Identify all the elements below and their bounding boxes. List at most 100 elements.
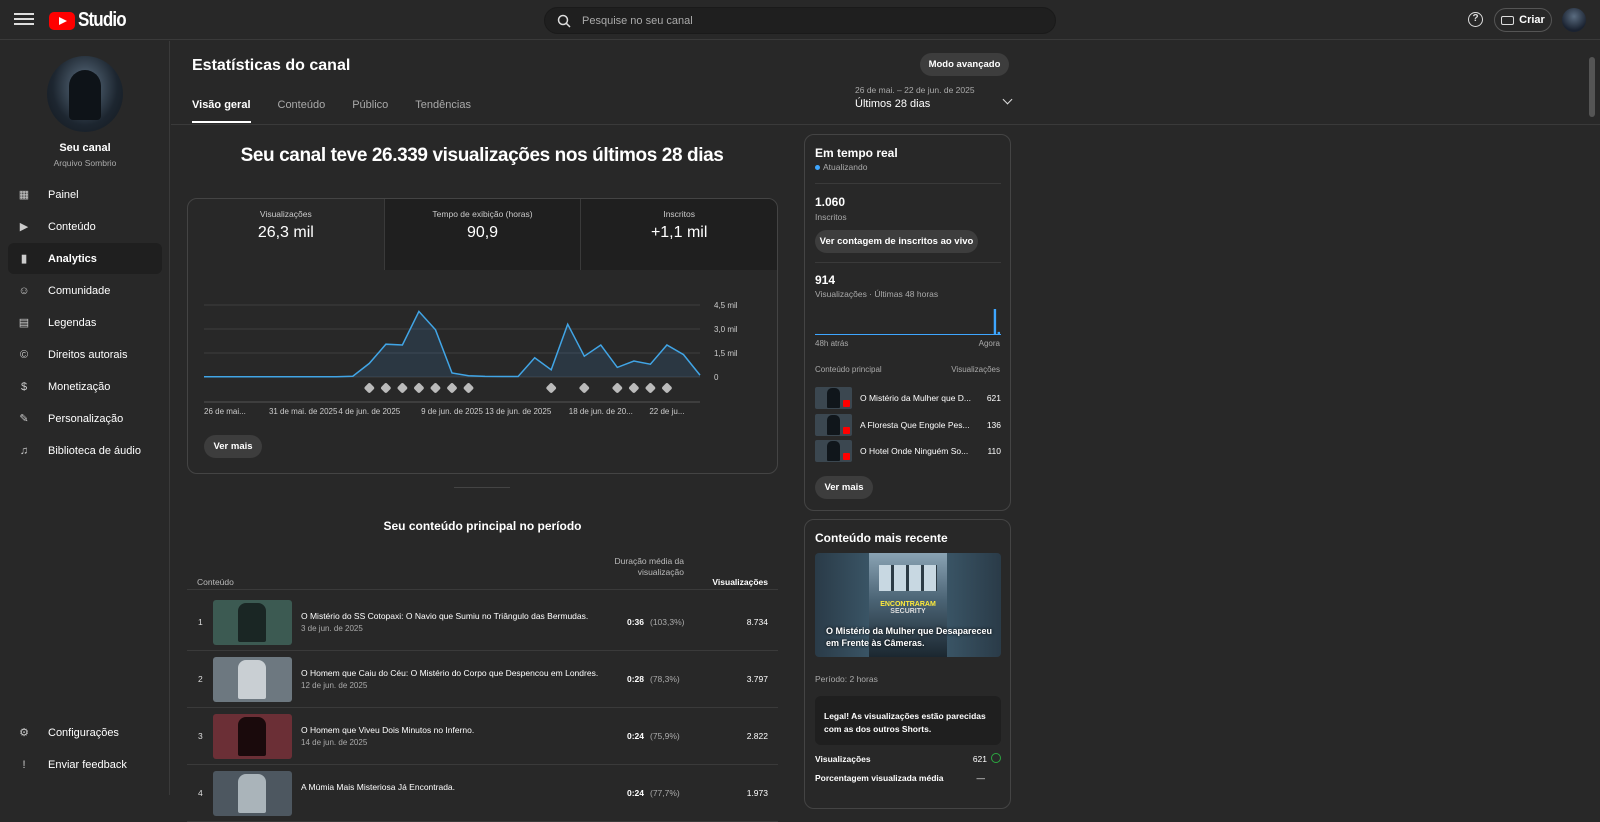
realtime-bar[interactable] bbox=[862, 334, 865, 335]
realtime-bar[interactable] bbox=[846, 334, 849, 335]
realtime-bar[interactable] bbox=[989, 334, 993, 335]
realtime-bar[interactable] bbox=[935, 334, 938, 335]
realtime-bar[interactable] bbox=[854, 334, 857, 335]
realtime-bar[interactable] bbox=[978, 334, 981, 335]
realtime-bar[interactable] bbox=[889, 334, 892, 335]
realtime-bar[interactable] bbox=[939, 334, 942, 335]
video-marker-icon[interactable] bbox=[661, 382, 672, 393]
search-input[interactable] bbox=[582, 12, 1042, 30]
realtime-bar[interactable] bbox=[873, 334, 876, 335]
realtime-bar[interactable] bbox=[924, 334, 927, 335]
channel-avatar[interactable] bbox=[47, 56, 123, 132]
video-title[interactable]: A Múmia Mais Misteriosa Já Encontrada. bbox=[301, 782, 455, 792]
realtime-bar[interactable] bbox=[943, 334, 946, 335]
sidebar-item-copyright[interactable]: © Direitos autorais bbox=[8, 339, 162, 370]
realtime-bar[interactable] bbox=[947, 334, 950, 335]
tab-content[interactable]: Conteúdo bbox=[278, 99, 326, 123]
realtime-bar[interactable] bbox=[993, 309, 997, 335]
realtime-bar[interactable] bbox=[920, 334, 923, 335]
video-thumbnail[interactable] bbox=[213, 600, 292, 645]
realtime-bar[interactable] bbox=[904, 334, 907, 335]
video-title[interactable]: O Homem que Viveu Dois Minutos no Infern… bbox=[301, 725, 474, 735]
realtime-bar[interactable] bbox=[955, 334, 958, 335]
realtime-bar[interactable] bbox=[885, 334, 888, 335]
realtime-bar[interactable] bbox=[819, 334, 822, 335]
sidebar-item-audio-library[interactable]: ♫ Biblioteca de áudio bbox=[8, 435, 162, 466]
realtime-bar[interactable] bbox=[881, 334, 884, 335]
sidebar-item-customization[interactable]: ✎ Personalização bbox=[8, 403, 162, 434]
metric-subscribers[interactable]: Inscritos +1,1 mil bbox=[580, 199, 777, 270]
video-thumbnail[interactable] bbox=[213, 657, 292, 702]
sidebar-item-dashboard[interactable]: ▦ Painel bbox=[8, 179, 162, 210]
metric-views[interactable]: Visualizações 26,3 mil bbox=[188, 199, 384, 270]
help-icon[interactable]: ? bbox=[1468, 12, 1483, 27]
realtime-bar[interactable] bbox=[970, 334, 973, 335]
metric-watch-time[interactable]: Tempo de exibição (horas) 90,9 bbox=[383, 199, 581, 270]
realtime-bar[interactable] bbox=[850, 334, 853, 335]
sidebar-item-feedback[interactable]: ! Enviar feedback bbox=[8, 749, 162, 780]
video-marker-icon[interactable] bbox=[612, 382, 623, 393]
realtime-bar[interactable] bbox=[986, 334, 989, 335]
list-item[interactable]: O Hotel Onde Ninguém So... 110 bbox=[815, 440, 1001, 462]
realtime-bar[interactable] bbox=[827, 334, 830, 335]
realtime-bar[interactable] bbox=[912, 334, 915, 335]
col-views[interactable]: Visualizações bbox=[712, 577, 768, 587]
realtime-bar[interactable] bbox=[931, 334, 935, 335]
sidebar-item-analytics[interactable]: ▮ Analytics bbox=[8, 243, 162, 274]
video-marker-icon[interactable] bbox=[380, 382, 391, 393]
video-title[interactable]: O Homem que Caiu do Céu: O Mistério do C… bbox=[301, 668, 598, 678]
realtime-bar[interactable] bbox=[982, 334, 985, 335]
video-marker-icon[interactable] bbox=[430, 382, 441, 393]
realtime-bar[interactable] bbox=[893, 334, 896, 335]
live-count-button[interactable]: Ver contagem de inscritos ao vivo bbox=[815, 230, 978, 253]
sidebar-item-subtitles[interactable]: ▤ Legendas bbox=[8, 307, 162, 338]
create-button[interactable]: Criar bbox=[1494, 8, 1552, 32]
tab-audience[interactable]: Público bbox=[352, 99, 388, 123]
video-marker-icon[interactable] bbox=[546, 382, 557, 393]
video-title[interactable]: O Mistério do SS Cotopaxi: O Navio que S… bbox=[301, 611, 588, 621]
tab-overview[interactable]: Visão geral bbox=[192, 99, 251, 123]
video-marker-icon[interactable] bbox=[446, 382, 457, 393]
video-marker-icon[interactable] bbox=[645, 382, 656, 393]
account-avatar[interactable] bbox=[1562, 8, 1586, 32]
realtime-bar[interactable] bbox=[962, 334, 966, 335]
video-thumbnail[interactable] bbox=[213, 771, 292, 816]
sidebar-item-settings[interactable]: ⚙ Configurações bbox=[8, 717, 162, 748]
table-row[interactable]: 2 O Homem que Caiu do Céu: O Mistério do … bbox=[187, 651, 778, 708]
realtime-bar[interactable] bbox=[869, 334, 873, 335]
sidebar-item-monetization[interactable]: $ Monetização bbox=[8, 371, 162, 402]
realtime-bar[interactable] bbox=[858, 334, 861, 335]
realtime-bar[interactable] bbox=[896, 334, 900, 335]
realtime-bar[interactable] bbox=[958, 334, 962, 335]
table-row[interactable]: 1 O Mistério do SS Cotopaxi: O Navio que … bbox=[187, 594, 778, 651]
sidebar-item-community[interactable]: ☺ Comunidade bbox=[8, 275, 162, 306]
realtime-bar[interactable] bbox=[842, 334, 845, 335]
realtime-bar[interactable] bbox=[834, 334, 838, 335]
video-marker-icon[interactable] bbox=[579, 382, 590, 393]
realtime-bar[interactable] bbox=[865, 334, 869, 335]
page-scrollbar[interactable] bbox=[1588, 41, 1596, 795]
realtime-bar[interactable] bbox=[838, 334, 842, 335]
realtime-bar[interactable] bbox=[966, 334, 969, 335]
realtime-bar[interactable] bbox=[997, 331, 1000, 335]
advanced-mode-button[interactable]: Modo avançado bbox=[920, 53, 1009, 76]
realtime-bar[interactable] bbox=[815, 333, 818, 335]
menu-icon[interactable] bbox=[14, 10, 34, 30]
tab-trends[interactable]: Tendências bbox=[415, 99, 471, 123]
sidebar-item-content[interactable]: ▶ Conteúdo bbox=[8, 211, 162, 242]
realtime-bar[interactable] bbox=[927, 334, 931, 335]
recent-video-thumbnail[interactable]: ENCONTRARAM SECURITY O Mistério da Mulher… bbox=[815, 553, 1001, 657]
realtime-bar[interactable] bbox=[900, 334, 904, 335]
table-row[interactable]: 3 O Homem que Viveu Dois Minutos no Infer… bbox=[187, 708, 778, 765]
col-duration[interactable]: Duração média da visualização bbox=[607, 556, 684, 578]
chart-view-more-button[interactable]: Ver mais bbox=[204, 435, 262, 458]
video-marker-icon[interactable] bbox=[628, 382, 639, 393]
video-thumbnail[interactable] bbox=[213, 714, 292, 759]
video-marker-icon[interactable] bbox=[413, 382, 424, 393]
date-range-selector[interactable]: 26 de mai. – 22 de jun. de 2025 Últimos … bbox=[855, 85, 1013, 110]
realtime-bar[interactable] bbox=[974, 334, 977, 335]
realtime-bar[interactable] bbox=[951, 334, 954, 335]
realtime-bar[interactable] bbox=[831, 334, 834, 335]
list-item[interactable]: A Floresta Que Engole Pes... 136 bbox=[815, 413, 1001, 436]
scrollbar-thumb[interactable] bbox=[1589, 57, 1595, 117]
